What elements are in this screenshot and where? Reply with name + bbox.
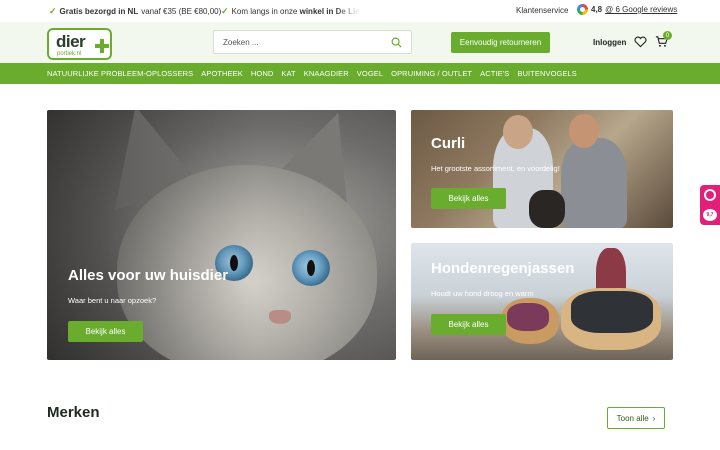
- easy-return-button[interactable]: Eenvoudig retourneren: [451, 32, 550, 53]
- nav-item-rodent[interactable]: KNAAGDIER: [304, 69, 349, 78]
- nav-item-actions[interactable]: ACTIE'S: [480, 69, 509, 78]
- google-rating: 4,8: [591, 5, 603, 14]
- review-badge[interactable]: 9,7: [700, 185, 720, 225]
- hero-raincoats-button[interactable]: Bekijk alles: [431, 314, 506, 335]
- nav-item-outlet[interactable]: OPRUIMING / OUTLET: [391, 69, 472, 78]
- usp-visit-store: ✓ Kom langs in onze winkel in De Lie: [221, 6, 360, 17]
- hero-raincoats-banner[interactable]: Hondenregenjassen Houdt uw hond droog en…: [411, 243, 673, 360]
- search-icon[interactable]: [391, 37, 402, 48]
- show-all-label: Toon alle: [616, 413, 649, 423]
- usp-visit-store-text: Kom langs in onze winkel in De Lie: [231, 7, 360, 16]
- check-icon: ✓: [221, 6, 229, 16]
- plus-icon: [95, 39, 109, 53]
- nav-item-natural-solutions[interactable]: NATUURLIJKE PROBLEEM-OPLOSSERS: [47, 69, 193, 78]
- brands-title: Merken: [47, 404, 100, 421]
- hero-main-button[interactable]: Bekijk alles: [68, 321, 143, 342]
- login-link[interactable]: Inloggen: [593, 38, 626, 47]
- nav-item-bird[interactable]: VOGEL: [357, 69, 383, 78]
- google-reviews-text[interactable]: @ 6 Google reviews: [605, 5, 677, 14]
- nav-item-cat[interactable]: KAT: [281, 69, 295, 78]
- hero-main-title: Alles voor uw huisdier: [68, 267, 229, 284]
- hero-main-subtitle: Waar bent u naar opzoek?: [68, 296, 157, 305]
- usp-free-shipping-bold: Gratis bezorgd in NL: [59, 7, 139, 16]
- search-bar: [213, 30, 412, 54]
- hero-main-banner[interactable]: Alles voor uw huisdier Waar bent u naar …: [47, 110, 396, 360]
- hero-curli-subtitle: Het grootste assortiment, en voordelig!: [431, 164, 560, 173]
- usp-free-shipping-text: vanaf €35 (BE €80,00): [141, 7, 222, 16]
- review-score: 9,7: [703, 209, 717, 221]
- usp-free-shipping: ✓ Gratis bezorgd in NL vanaf €35 (BE €80…: [49, 6, 221, 17]
- top-info-bar: ✓ Gratis bezorgd in NL vanaf €35 (BE €80…: [0, 0, 720, 22]
- nav-item-dog[interactable]: HOND: [251, 69, 273, 78]
- main-navigation: NATUURLIJKE PROBLEEM-OPLOSSERS APOTHEEK …: [0, 63, 720, 84]
- check-icon: ✓: [49, 6, 57, 16]
- hero-raincoats-subtitle: Houdt uw hond droog en warm: [431, 289, 534, 298]
- hero-curli-button[interactable]: Bekijk alles: [431, 188, 506, 209]
- header: dier portiek.nl Eenvoudig retourneren In…: [0, 22, 720, 63]
- hero-curli-title: Curli: [431, 135, 466, 152]
- kiyoh-icon: [704, 189, 716, 201]
- customer-service-link[interactable]: Klantenservice: [516, 6, 568, 15]
- show-all-brands-button[interactable]: Toon alle ›: [607, 407, 665, 429]
- cart-count-badge: 0: [663, 31, 672, 40]
- logo-sub: portiek.nl: [57, 51, 82, 57]
- logo-word: dier: [56, 32, 86, 51]
- search-input[interactable]: [223, 36, 383, 49]
- google-icon: [577, 4, 588, 15]
- hero-curli-banner[interactable]: Curli Het grootste assortiment, en voord…: [411, 110, 673, 228]
- heart-icon[interactable]: [634, 36, 647, 48]
- nav-item-pharmacy[interactable]: APOTHEEK: [201, 69, 243, 78]
- hero-raincoats-title: Hondenregenjassen: [431, 260, 575, 277]
- nav-item-outdoor-birds[interactable]: BUITENVOGELS: [517, 69, 577, 78]
- google-reviews-link[interactable]: 4,8 @ 6 Google reviews: [577, 4, 677, 15]
- site-logo[interactable]: dier portiek.nl: [47, 28, 112, 60]
- chevron-right-icon: ›: [652, 413, 656, 423]
